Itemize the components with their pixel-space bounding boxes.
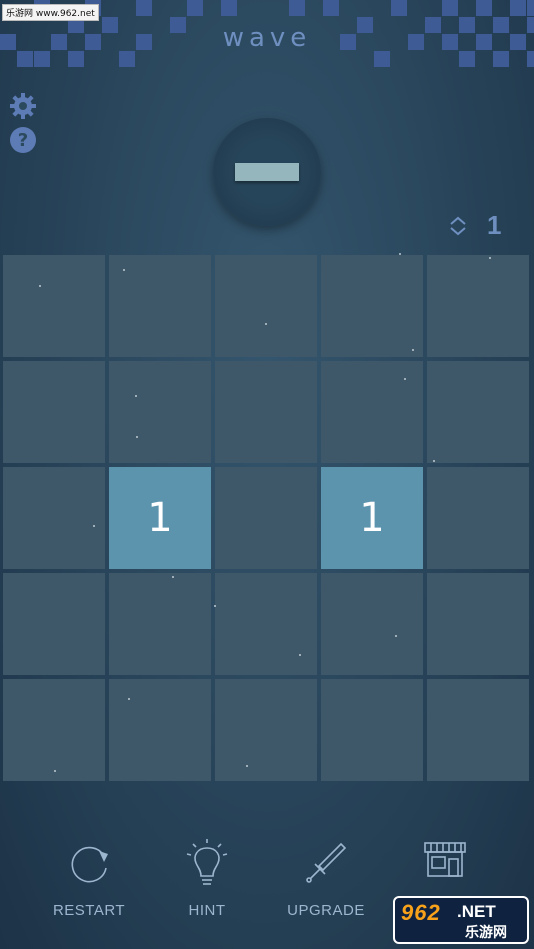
pixel-block xyxy=(442,0,458,16)
badge-cn: 乐游网 xyxy=(465,925,507,941)
hint-label: HINT xyxy=(188,902,226,919)
board-cell[interactable] xyxy=(215,679,317,781)
pixel-block xyxy=(68,51,84,67)
sparkle-dot xyxy=(412,349,414,351)
board-cell[interactable] xyxy=(109,679,211,781)
board-cell[interactable] xyxy=(109,361,211,463)
pixel-block xyxy=(323,0,339,16)
sparkle-dot xyxy=(93,525,95,527)
board-cell[interactable] xyxy=(427,573,529,675)
board-cell[interactable] xyxy=(427,679,529,781)
board-cell[interactable]: 1 xyxy=(321,467,423,569)
pixel-block xyxy=(221,0,237,16)
upgrade-label: UPGRADE xyxy=(287,902,365,919)
board-cell[interactable] xyxy=(321,361,423,463)
shop-storefront-icon xyxy=(424,842,466,877)
pixel-block xyxy=(289,0,305,16)
badge-number: 962 xyxy=(401,900,441,925)
svg-text:?: ? xyxy=(18,130,28,151)
sparkle-dot xyxy=(246,765,248,767)
sparkle-dot xyxy=(136,436,138,438)
sparkle-dot xyxy=(39,285,41,287)
restart-icon xyxy=(71,846,108,883)
sparkle-dot xyxy=(123,269,125,271)
sparkle-dot xyxy=(172,576,174,578)
board-cell[interactable] xyxy=(427,467,529,569)
sword-icon xyxy=(306,842,347,883)
pixel-block xyxy=(510,0,526,16)
board-cell[interactable] xyxy=(321,255,423,357)
sparkle-dot xyxy=(404,378,406,380)
game-board: 11 xyxy=(3,253,531,783)
board-cell[interactable] xyxy=(215,255,317,357)
board-cell[interactable] xyxy=(427,255,529,357)
badge-net: .NET xyxy=(457,902,496,921)
settings-gear-icon[interactable] xyxy=(9,92,37,120)
pixel-block xyxy=(374,51,390,67)
board-cell[interactable] xyxy=(109,573,211,675)
pixel-block xyxy=(136,0,152,16)
board-cell[interactable] xyxy=(321,573,423,675)
lightbulb-icon xyxy=(186,839,228,885)
board-cell[interactable] xyxy=(215,467,317,569)
sparkle-dot xyxy=(399,253,401,255)
moves-count: 1 xyxy=(487,210,502,240)
site-watermark-badge: 962 .NET 乐游网 xyxy=(393,896,529,944)
board-cell[interactable] xyxy=(3,467,105,569)
pixel-block xyxy=(527,0,534,16)
board-cell[interactable] xyxy=(3,679,105,781)
board-cell[interactable] xyxy=(215,573,317,675)
sparkle-dot xyxy=(128,698,130,700)
sparkle-dot xyxy=(214,605,216,607)
sparkle-dot xyxy=(54,770,56,772)
pixel-block xyxy=(187,0,203,16)
moves-counter: 1 xyxy=(447,210,517,244)
sparkle-dot xyxy=(135,395,137,397)
board-cell[interactable] xyxy=(3,255,105,357)
board-cell[interactable] xyxy=(3,361,105,463)
pixel-block xyxy=(391,0,407,16)
board-cell[interactable] xyxy=(321,679,423,781)
sparkle-dot xyxy=(299,654,301,656)
help-question-icon[interactable]: ? xyxy=(9,126,37,154)
restart-label: RESTART xyxy=(52,902,126,919)
upgrade-button[interactable]: UPGRADE xyxy=(266,832,386,932)
pixel-block xyxy=(459,51,475,67)
board-cell[interactable] xyxy=(427,361,529,463)
sparkle-dot xyxy=(433,460,435,462)
swap-arrows-icon xyxy=(450,216,466,236)
hint-button[interactable]: HINT xyxy=(147,832,267,932)
pixel-block xyxy=(119,51,135,67)
sparkle-dot xyxy=(489,257,491,259)
board-cell[interactable] xyxy=(3,573,105,675)
restart-button[interactable]: RESTART xyxy=(29,832,149,932)
pixel-block xyxy=(34,51,50,67)
app-title: wave xyxy=(222,23,312,53)
watermark-label: 乐游网 www.962.net xyxy=(2,4,99,21)
pixel-block xyxy=(476,0,492,16)
target-bar-shape xyxy=(235,163,299,181)
pixel-block xyxy=(493,51,509,67)
board-cell[interactable]: 1 xyxy=(109,467,211,569)
sparkle-dot xyxy=(395,635,397,637)
pixel-block xyxy=(527,51,534,67)
sparkle-dot xyxy=(265,323,267,325)
pixel-block xyxy=(17,51,33,67)
board-cell[interactable] xyxy=(215,361,317,463)
